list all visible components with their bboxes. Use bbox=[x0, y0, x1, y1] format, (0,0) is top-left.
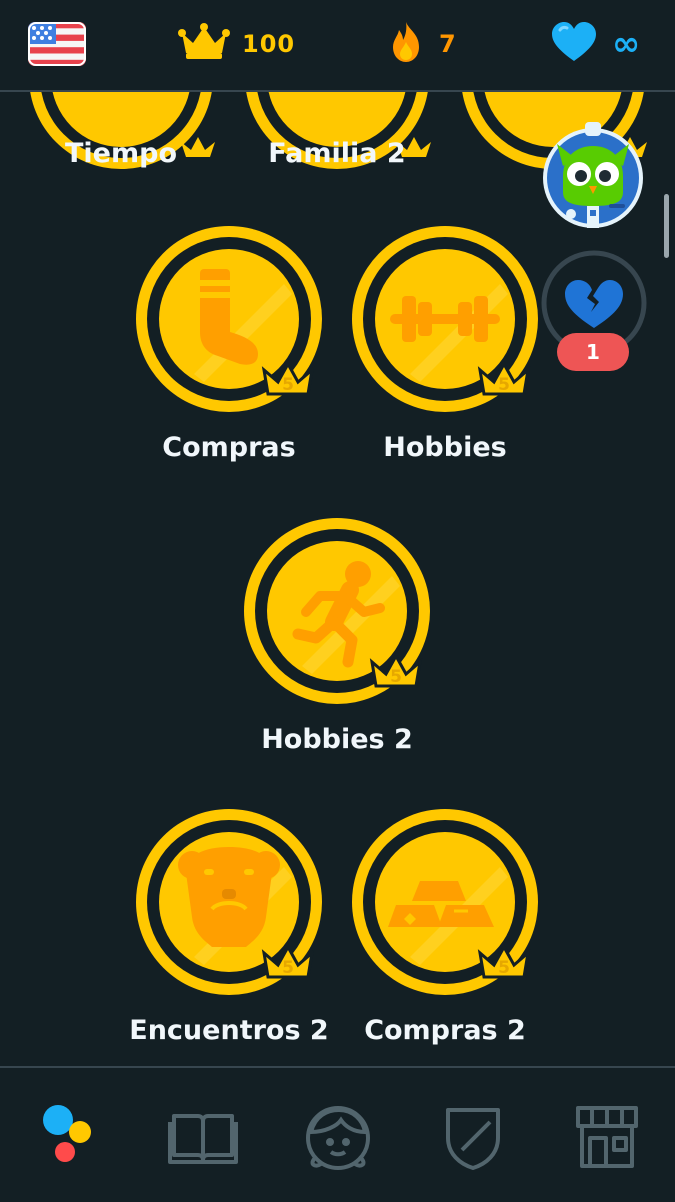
top-bar: 100 7 ∞ bbox=[0, 0, 675, 92]
book-icon bbox=[168, 1114, 238, 1164]
scrollbar[interactable] bbox=[664, 194, 669, 258]
us-flag-icon[interactable] bbox=[28, 22, 86, 66]
crown-level: 5 bbox=[498, 375, 510, 395]
crown-level: 5 bbox=[282, 375, 294, 395]
streak-counter[interactable]: 7 bbox=[385, 22, 457, 66]
skill-name: Compras 2 bbox=[364, 1015, 526, 1046]
skill-compras[interactable]: 5 Compras bbox=[134, 224, 324, 464]
skill-ring: 5 bbox=[136, 226, 322, 412]
profile-face-icon bbox=[306, 1106, 370, 1170]
crowns-count: 100 bbox=[242, 30, 296, 58]
shield-icon bbox=[446, 1108, 500, 1170]
crown-level: 5 bbox=[390, 667, 402, 687]
crown-icon bbox=[178, 23, 230, 65]
skill-encuentros-2[interactable]: 5 Encuentros 2 bbox=[129, 807, 329, 1047]
crown-level: 5 bbox=[498, 958, 510, 978]
owl-avatar-icon bbox=[543, 122, 643, 228]
broken-hearts-count: 1 bbox=[557, 333, 629, 371]
owl-avatar-button[interactable] bbox=[541, 122, 645, 232]
skill-name: Hobbies bbox=[383, 432, 507, 463]
skill-hobbies-2[interactable]: 5 Hobbies 2 bbox=[242, 516, 432, 756]
learn-dots-icon bbox=[43, 1105, 91, 1162]
crown-level: 5 bbox=[282, 958, 294, 978]
broken-hearts-button[interactable]: 1 bbox=[541, 250, 647, 376]
hearts-counter[interactable]: ∞ bbox=[550, 22, 641, 66]
skill-tree: Tiempo Familia 2 En C bbox=[0, 92, 675, 1067]
shop-icon bbox=[576, 1106, 638, 1168]
skill-ring: 5 bbox=[136, 809, 322, 995]
nav-learn[interactable] bbox=[34, 1102, 104, 1172]
flame-icon bbox=[385, 20, 427, 68]
nav-shop[interactable] bbox=[572, 1102, 642, 1172]
skill-ring: 5 bbox=[352, 226, 538, 412]
skill-ring: 5 bbox=[352, 809, 538, 995]
streak-count: 7 bbox=[439, 30, 457, 58]
skill-compras-2[interactable]: 5 Compras 2 bbox=[350, 807, 540, 1047]
skill-name: Hobbies 2 bbox=[261, 724, 413, 755]
hearts-infinite: ∞ bbox=[612, 24, 642, 64]
crowns-counter[interactable]: 100 bbox=[178, 22, 295, 66]
nav-stories[interactable] bbox=[168, 1102, 238, 1172]
bottom-nav bbox=[0, 1066, 675, 1202]
nav-profile[interactable] bbox=[303, 1102, 373, 1172]
skill-hobbies[interactable]: 5 Hobbies bbox=[350, 224, 540, 464]
nav-leagues[interactable] bbox=[438, 1102, 508, 1172]
heart-icon bbox=[550, 21, 598, 67]
skill-ring: 5 bbox=[244, 518, 430, 704]
